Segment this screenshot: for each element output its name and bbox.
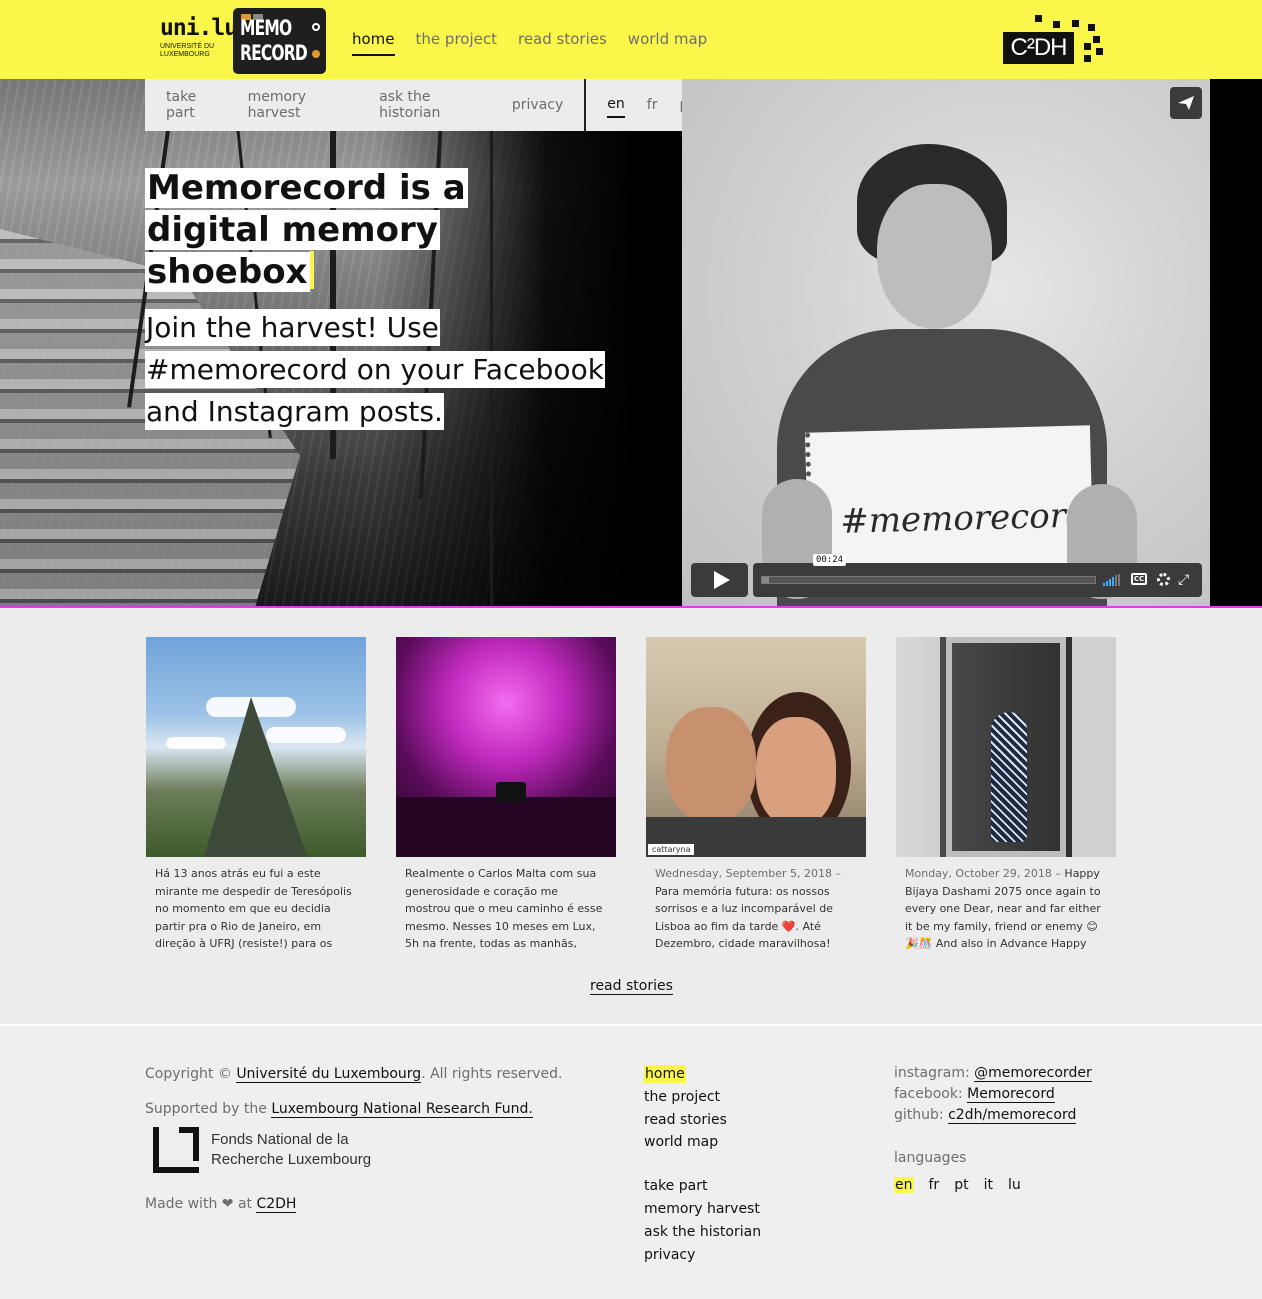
- hero-section: take part memory harvest ask the histori…: [0, 79, 1262, 607]
- facebook-row: facebook: Memorecord: [894, 1086, 1055, 1103]
- fnr-link[interactable]: Luxembourg National Research Fund.: [271, 1101, 533, 1118]
- footer-lang-fr[interactable]: fr: [929, 1177, 940, 1193]
- instagram-link[interactable]: @memorecorder: [974, 1065, 1092, 1082]
- subnav-ask-the-historian[interactable]: ask the historian: [379, 89, 491, 121]
- memorecord-logo[interactable]: MEMO RECORD: [233, 8, 326, 74]
- video-player[interactable]: #memorecord: [682, 79, 1210, 607]
- nav-home[interactable]: home: [352, 30, 395, 56]
- fnr-name-line1: Fonds National de la: [211, 1131, 349, 1148]
- footer-nav: home the project read stories world map …: [644, 1063, 824, 1266]
- footer-nav-privacy[interactable]: privacy: [644, 1244, 824, 1267]
- sign-text: #memorecord: [839, 495, 1089, 542]
- footer-lang-it[interactable]: it: [984, 1177, 993, 1193]
- copyright: Copyright © Université du Luxembourg. Al…: [145, 1066, 563, 1083]
- play-button[interactable]: [691, 563, 748, 597]
- unilu-logo[interactable]: uni.lu UNIVERSITÉ DU LUXEMBOURG: [160, 15, 238, 64]
- made-with: Made with ❤ at C2DH: [145, 1196, 297, 1213]
- instagram-repost-tag: cattaryna: [648, 844, 695, 855]
- story-image[interactable]: [896, 637, 1116, 857]
- footer-nav-home[interactable]: home: [644, 1063, 824, 1086]
- story-caption: Realmente o Carlos Malta com sua generos…: [405, 867, 603, 950]
- nav-read-stories[interactable]: read stories: [518, 30, 607, 56]
- subnav-memory-harvest[interactable]: memory harvest: [248, 89, 359, 121]
- footer-lang-pt[interactable]: pt: [954, 1177, 968, 1193]
- logo-tabs: [241, 5, 265, 20]
- lang-fr[interactable]: fr: [647, 93, 658, 117]
- languages-label: languages: [894, 1150, 967, 1166]
- footer-nav-read-stories[interactable]: read stories: [644, 1109, 824, 1132]
- story-card[interactable]: Monday, October 29, 2018 – Happy Bijaya …: [896, 637, 1116, 952]
- instagram-row: instagram: @memorecorder: [894, 1065, 1092, 1082]
- main-nav: home the project read stories world map: [352, 30, 728, 56]
- video-controls: 00:24 CC ⤢: [691, 554, 1202, 597]
- share-icon: [1178, 96, 1194, 110]
- github-row: github: c2dh/memorecord: [894, 1107, 1077, 1124]
- github-link[interactable]: c2dh/memorecord: [948, 1107, 1077, 1124]
- c2dh-logo-text: C²DH: [1003, 32, 1074, 64]
- c2dh-logo[interactable]: C²DH: [1000, 12, 1110, 68]
- closed-captions-icon[interactable]: CC: [1131, 573, 1147, 585]
- hero-subtitle: Join the harvest! Use #memorecord on you…: [145, 309, 605, 430]
- footer-language-switcher: en fr pt it lu: [894, 1177, 1154, 1193]
- story-card[interactable]: cattaryna Wednesday, September 5, 2018 –…: [646, 637, 866, 952]
- footer-social: instagram: @memorecorder facebook: Memor…: [894, 1063, 1154, 1193]
- fnr-logo[interactable]: Fonds National de la Recherche Luxembour…: [153, 1127, 585, 1173]
- stories-section: Há 13 anos atrás eu fui a este mirante m…: [0, 608, 1262, 1024]
- footer-lang-en[interactable]: en: [894, 1177, 914, 1193]
- story-image[interactable]: [146, 637, 366, 857]
- unilu-logo-line1: UNIVERSITÉ DU: [160, 43, 215, 50]
- c2dh-link[interactable]: C2DH: [256, 1196, 297, 1213]
- timecode: 00:24: [813, 554, 847, 566]
- story-caption: Wednesday, September 5, 2018 – Para memó…: [655, 867, 841, 950]
- story-card[interactable]: Realmente o Carlos Malta com sua generos…: [396, 637, 616, 952]
- volume-icon[interactable]: [1103, 574, 1120, 586]
- supported-by: Supported by the Luxembourg National Res…: [145, 1101, 533, 1118]
- memorecord-logo-text: MEMO RECORD: [240, 16, 308, 65]
- play-icon: [713, 571, 730, 589]
- subnav-privacy[interactable]: privacy: [512, 97, 563, 113]
- settings-icon[interactable]: [1157, 573, 1170, 586]
- read-stories-link[interactable]: read stories: [590, 978, 673, 995]
- nav-world-map[interactable]: world map: [628, 30, 707, 56]
- site-header: uni.lu UNIVERSITÉ DU LUXEMBOURG MEMO REC…: [0, 0, 1262, 79]
- lang-en[interactable]: en: [607, 92, 625, 118]
- footer-lang-lu[interactable]: lu: [1008, 1177, 1021, 1193]
- footer-nav-the-project[interactable]: the project: [644, 1086, 824, 1109]
- share-button[interactable]: [1170, 87, 1202, 119]
- unilu-logo-line2: LUXEMBOURG: [160, 51, 210, 58]
- facebook-link[interactable]: Memorecord: [967, 1086, 1055, 1103]
- fnr-name-line2: Recherche Luxembourg: [211, 1151, 372, 1168]
- subnav-take-part[interactable]: take part: [166, 89, 227, 121]
- fnr-mark-icon: [153, 1127, 199, 1173]
- footer-nav-ask-the-historian[interactable]: ask the historian: [644, 1221, 824, 1244]
- story-caption: Monday, October 29, 2018 – Happy Bijaya …: [905, 867, 1101, 950]
- story-image[interactable]: [396, 637, 616, 857]
- progress-fill: [762, 577, 769, 583]
- footer-nav-memory-harvest[interactable]: memory harvest: [644, 1198, 824, 1221]
- story-caption: Há 13 anos atrás eu fui a este mirante m…: [155, 867, 352, 950]
- story-image[interactable]: cattaryna: [646, 637, 866, 857]
- logo-dot-orange-icon: [312, 50, 320, 58]
- footer-info: Copyright © Université du Luxembourg. Al…: [145, 1066, 585, 1231]
- unilu-link[interactable]: Université du Luxembourg: [236, 1066, 422, 1083]
- footer-nav-take-part[interactable]: take part: [644, 1175, 824, 1198]
- control-bar: 00:24 CC ⤢: [753, 554, 1202, 597]
- nav-the-project[interactable]: the project: [416, 30, 497, 56]
- logo-dot-icon: [312, 23, 320, 31]
- hero-title: Memorecord is a digital memory shoebox: [145, 168, 468, 292]
- progress-track[interactable]: [761, 576, 1096, 584]
- fullscreen-icon[interactable]: ⤢: [1178, 572, 1189, 588]
- site-footer: Copyright © Université du Luxembourg. Al…: [0, 1024, 1262, 1299]
- footer-nav-world-map[interactable]: world map: [644, 1131, 824, 1154]
- unilu-logo-text: uni.lu: [160, 15, 238, 41]
- story-card[interactable]: Há 13 anos atrás eu fui a este mirante m…: [146, 637, 366, 952]
